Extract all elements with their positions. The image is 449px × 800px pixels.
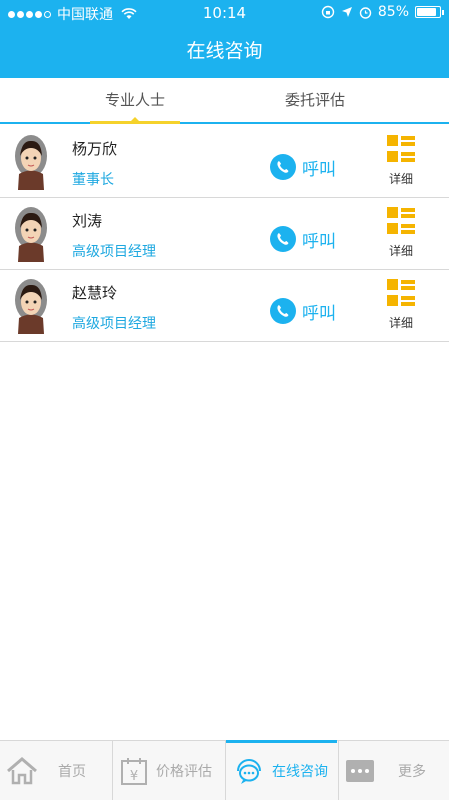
phone-icon [270,154,296,180]
avatar [15,279,47,334]
expert-title: 高级项目经理 [72,244,156,260]
nav-online-consult[interactable]: 在线咨询 [226,740,337,799]
tab-entrust-valuation[interactable]: 委托评估 [268,78,362,124]
nav-online-consult-label: 在线咨询 [272,764,328,780]
app-header: 中国联通 10:14 85% 在线咨询 [0,0,449,78]
bottom-nav: 首页 ¥ 价格评估 在线咨询 更多 [0,740,449,800]
list-item: 赵慧玲 高级项目经理 呼叫 详细 [0,270,449,342]
call-button[interactable]: 呼叫 [270,298,336,324]
status-bar: 中国联通 10:14 85% [0,0,449,26]
tab-professionals[interactable]: 专业人士 [90,78,180,124]
svg-text:¥: ¥ [130,769,138,784]
avatar [15,207,47,262]
detail-button-label: 详细 [388,244,413,258]
detail-list-icon [387,279,415,306]
nav-more[interactable]: 更多 [346,741,446,800]
detail-button-label: 详细 [388,316,413,330]
page-title: 在线咨询 [186,40,263,62]
phone-icon [270,226,296,252]
nav-price-valuation[interactable]: ¥ 价格评估 [120,741,224,800]
nav-home[interactable]: 首页 [6,741,110,800]
call-button[interactable]: 呼叫 [270,154,336,180]
detail-button[interactable]: 详细 [384,278,418,331]
call-button-label: 呼叫 [302,159,336,180]
location-arrow-icon [341,7,352,17]
home-icon [7,756,37,784]
detail-button[interactable]: 详细 [384,134,418,187]
battery-percent: 85% [377,4,409,20]
call-button-label: 呼叫 [302,303,336,324]
expert-name: 赵慧玲 [72,284,118,302]
chat-headset-icon [237,759,261,784]
calendar-yen-icon: ¥ [121,757,147,785]
battery-icon [415,6,444,18]
expert-name: 刘涛 [72,212,103,230]
nav-price-valuation-label: 价格评估 [156,763,212,780]
detail-list-icon [387,135,415,162]
expert-name: 杨万欣 [72,140,118,158]
avatar [15,135,47,190]
list-item: 杨万欣 董事长 呼叫 详细 [0,126,449,198]
phone-icon [270,298,296,324]
more-icon [346,759,374,782]
tab-professionals-label: 专业人士 [104,91,165,109]
expert-list: 杨万欣 董事长 呼叫 详细 刘涛 高级项目经理 呼叫 详细 赵慧玲 高级项目经理… [0,126,449,342]
tab-active-indicator [129,117,141,123]
rotation-lock-icon [321,5,335,19]
detail-button[interactable]: 详细 [384,206,418,259]
nav-more-label: 更多 [398,763,426,780]
call-button[interactable]: 呼叫 [270,226,336,252]
tab-entrust-valuation-label: 委托评估 [284,91,345,109]
alarm-icon [359,6,372,19]
expert-title: 董事长 [72,172,114,188]
call-button-label: 呼叫 [302,231,336,252]
detail-button-label: 详细 [388,172,413,186]
tab-bar: 专业人士 委托评估 [0,78,449,124]
expert-title: 高级项目经理 [72,316,156,332]
detail-list-icon [387,207,415,234]
nav-divider [338,741,339,800]
list-item: 刘涛 高级项目经理 呼叫 详细 [0,198,449,270]
nav-home-label: 首页 [58,763,86,780]
nav-divider [112,741,113,800]
